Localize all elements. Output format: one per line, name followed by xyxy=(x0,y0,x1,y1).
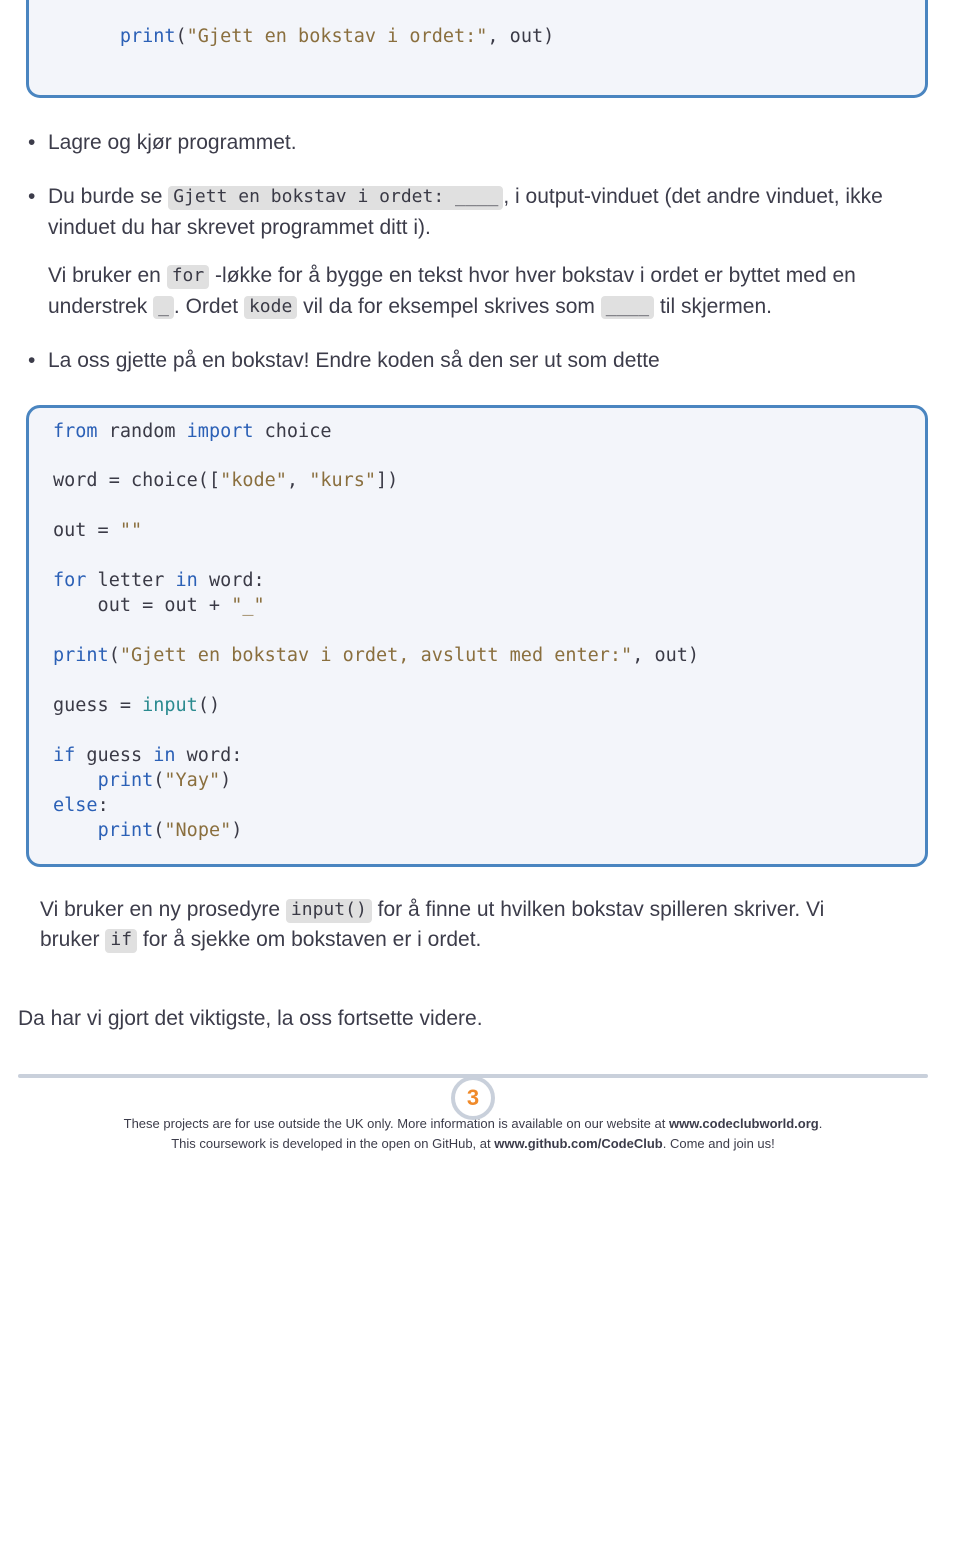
code-token: ) xyxy=(220,770,231,791)
inline-code-chip: Gjett en bokstav i ordet: ____ xyxy=(168,186,503,210)
bullet-item: Du burde se Gjett en bokstav i ordet: __… xyxy=(48,180,928,322)
code-token: guess = xyxy=(53,695,142,716)
code-token: ( xyxy=(153,820,164,841)
inline-code-chip: for xyxy=(167,265,210,289)
bullet-text: Vi bruker en xyxy=(48,264,167,287)
bullet-list: Lagre og kjør programmet. Du burde se Gj… xyxy=(18,126,928,377)
inline-code-chip: kode xyxy=(244,296,297,320)
bullet-item: Lagre og kjør programmet. xyxy=(48,126,928,158)
code-token: "" xyxy=(120,520,142,541)
paragraph-procedure: Vi bruker en ny prosedyre input() for å … xyxy=(40,895,928,956)
code-token: out = out + xyxy=(53,595,231,616)
code-token: word: xyxy=(198,570,265,591)
code-token: "Yay" xyxy=(164,770,220,791)
footer-link: www.github.com/CodeClub xyxy=(494,1136,663,1151)
code-token: print xyxy=(120,26,176,47)
code-token: ) xyxy=(231,820,242,841)
code-token: print xyxy=(98,820,154,841)
code-token: from xyxy=(53,421,98,442)
page-number: 3 xyxy=(451,1076,495,1120)
code-token: print xyxy=(98,770,154,791)
code-token: "kurs" xyxy=(309,470,376,491)
code-token: else xyxy=(53,795,98,816)
code-token: ( xyxy=(109,645,120,666)
bullet-item: La oss gjette på en bokstav! Endre koden… xyxy=(48,344,928,376)
code-token: if xyxy=(53,745,75,766)
bullet-text: Du burde se xyxy=(48,185,168,208)
code-block-2: from random import choice word = choice(… xyxy=(26,405,928,867)
code-token: "Gjett en bokstav i ordet, avslutt med e… xyxy=(120,645,632,666)
code-token: choice xyxy=(254,421,332,442)
code-token: "kode" xyxy=(220,470,287,491)
bullet-text: La oss gjette på en bokstav! Endre koden… xyxy=(48,349,660,372)
code-token: for xyxy=(53,570,86,591)
code-token: ( xyxy=(153,770,164,791)
code-token: print xyxy=(53,645,109,666)
footer-link: www.codeclubworld.org xyxy=(669,1116,819,1131)
code-token: , out) xyxy=(632,645,699,666)
page-divider: 3 xyxy=(18,1074,928,1078)
code-block-1: print("Gjett en bokstav i ordet:", out) xyxy=(26,0,928,98)
code-token: out = xyxy=(53,520,120,541)
inline-code-chip: if xyxy=(105,929,137,953)
inline-code-chip: input() xyxy=(286,899,372,923)
footer-text: . xyxy=(819,1116,823,1131)
bullet-text: Lagre og kjør programmet. xyxy=(48,131,297,154)
bullet-text: til skjermen. xyxy=(660,295,772,318)
code-token: word: xyxy=(176,745,243,766)
code-token: "_" xyxy=(231,595,264,616)
inline-code-chip: ____ xyxy=(601,296,654,320)
code-token: input xyxy=(142,695,198,716)
bullet-text: . Ordet xyxy=(174,295,244,318)
code-token: guess xyxy=(75,745,153,766)
code-token: ( xyxy=(176,26,187,47)
code-token: , xyxy=(287,470,309,491)
code-token: in xyxy=(153,745,175,766)
code-token: word = choice([ xyxy=(53,470,220,491)
code-token: ]) xyxy=(376,470,398,491)
closing-text: Da har vi gjort det viktigste, la oss fo… xyxy=(18,1004,928,1034)
code-token: "Nope" xyxy=(164,820,231,841)
code-token: "Gjett en bokstav i ordet:" xyxy=(187,26,488,47)
footer-text: This coursework is developed in the open… xyxy=(171,1136,494,1151)
code-token: , out) xyxy=(487,26,554,47)
code-token: : xyxy=(98,795,109,816)
code-token: in xyxy=(176,570,198,591)
code-token: random xyxy=(98,421,187,442)
code-token: () xyxy=(198,695,220,716)
bullet-text: vil da for eksempel skrives som xyxy=(303,295,601,318)
code-token: import xyxy=(187,421,254,442)
footer-text: These projects are for use outside the U… xyxy=(124,1116,669,1131)
inline-code-chip: _ xyxy=(153,296,174,320)
text: for å sjekke om bokstaven er i ordet. xyxy=(143,928,482,951)
code-token: letter xyxy=(86,570,175,591)
code-token xyxy=(53,820,98,841)
footer-text: . Come and join us! xyxy=(663,1136,775,1151)
text: Vi bruker en ny prosedyre xyxy=(40,898,286,921)
code-token xyxy=(53,770,98,791)
